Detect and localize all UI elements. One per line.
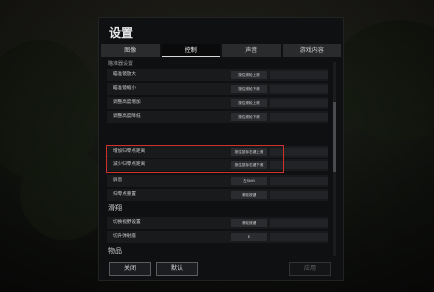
apply-button[interactable]: 应用 xyxy=(289,262,331,276)
keybind-secondary[interactable] xyxy=(270,99,328,107)
highlight-box xyxy=(106,145,284,173)
keybind-row[interactable]: 调整高度降低 按住滚轮下滚 xyxy=(107,111,328,123)
section-header-scope: 瞄准器设置 xyxy=(108,61,134,67)
dialog-footer: 关闭 默认 应用 xyxy=(99,262,343,280)
keybind-label: 屏息 xyxy=(113,178,123,183)
keybind-row[interactable]: 切升弹射座 E xyxy=(107,231,328,243)
keybind-row[interactable]: 归零点重置 滚轮按键 xyxy=(107,189,328,201)
section-header-glider: 滑翔 xyxy=(108,204,122,212)
keybind-row[interactable]: 切换视野设置 滚轮按键 xyxy=(107,217,328,229)
keybind-primary[interactable]: 按住滚轮上滚 xyxy=(231,71,267,79)
keybind-label: 切升弹射座 xyxy=(113,234,136,239)
keybind-label: 调整高度降低 xyxy=(113,114,141,119)
dialog-title: 设置 xyxy=(109,26,134,40)
keybind-primary[interactable]: E xyxy=(231,233,267,241)
keybind-primary[interactable]: 按住滚轮下滚 xyxy=(231,113,267,121)
keybind-secondary[interactable] xyxy=(270,219,328,227)
keybind-primary[interactable]: 左Shift xyxy=(231,177,267,185)
tab-gameplay[interactable]: 游戏内容 xyxy=(282,44,341,57)
keybind-row[interactable]: 屏息 左Shift xyxy=(107,175,328,187)
keybind-label: 瞄准镜放大 xyxy=(113,72,136,77)
section-header-items: 物品 xyxy=(108,247,122,255)
keybind-secondary[interactable] xyxy=(270,85,328,93)
keybind-secondary[interactable] xyxy=(270,233,328,241)
default-button[interactable]: 默认 xyxy=(156,262,198,276)
scrollbar-thumb[interactable] xyxy=(333,102,336,172)
keybind-primary[interactable]: 滚轮按键 xyxy=(231,191,267,199)
scrollbar[interactable] xyxy=(333,62,336,256)
keybind-secondary[interactable] xyxy=(270,191,328,199)
keybind-secondary[interactable] xyxy=(270,113,328,121)
keybind-label: 调整高度增加 xyxy=(113,100,141,105)
keybind-label: 瞄准镜缩小 xyxy=(113,86,136,91)
settings-dialog: 设置 图像 控制 声音 游戏内容 瞄准器设置 瞄准镜放大 按住滚轮上滚 瞄准镜缩… xyxy=(98,17,344,281)
keybind-primary[interactable]: 按住滚轮上滚 xyxy=(231,99,267,107)
tab-sound[interactable]: 声音 xyxy=(222,44,281,57)
keybind-primary[interactable]: 按住滚轮下滚 xyxy=(231,85,267,93)
close-button[interactable]: 关闭 xyxy=(109,262,151,276)
keybind-label: 切换视野设置 xyxy=(113,220,141,225)
keybind-primary[interactable]: 滚轮按键 xyxy=(231,219,267,227)
keybind-row[interactable]: 瞄准镜放大 按住滚轮上滚 xyxy=(107,69,328,81)
settings-list[interactable]: 瞄准器设置 瞄准镜放大 按住滚轮上滚 瞄准镜缩小 按住滚轮下滚 调整高度增加 按… xyxy=(105,60,330,260)
tab-controls[interactable]: 控制 xyxy=(161,44,220,57)
keybind-row[interactable]: 调整高度增加 按住滚轮上滚 xyxy=(107,97,328,109)
tab-graphics[interactable]: 图像 xyxy=(101,44,160,57)
keybind-secondary[interactable] xyxy=(270,71,328,79)
keybind-secondary[interactable] xyxy=(270,177,328,185)
settings-tabs: 图像 控制 声音 游戏内容 xyxy=(101,44,341,57)
keybind-row[interactable]: 瞄准镜缩小 按住滚轮下滚 xyxy=(107,83,328,95)
keybind-label: 归零点重置 xyxy=(113,192,136,197)
